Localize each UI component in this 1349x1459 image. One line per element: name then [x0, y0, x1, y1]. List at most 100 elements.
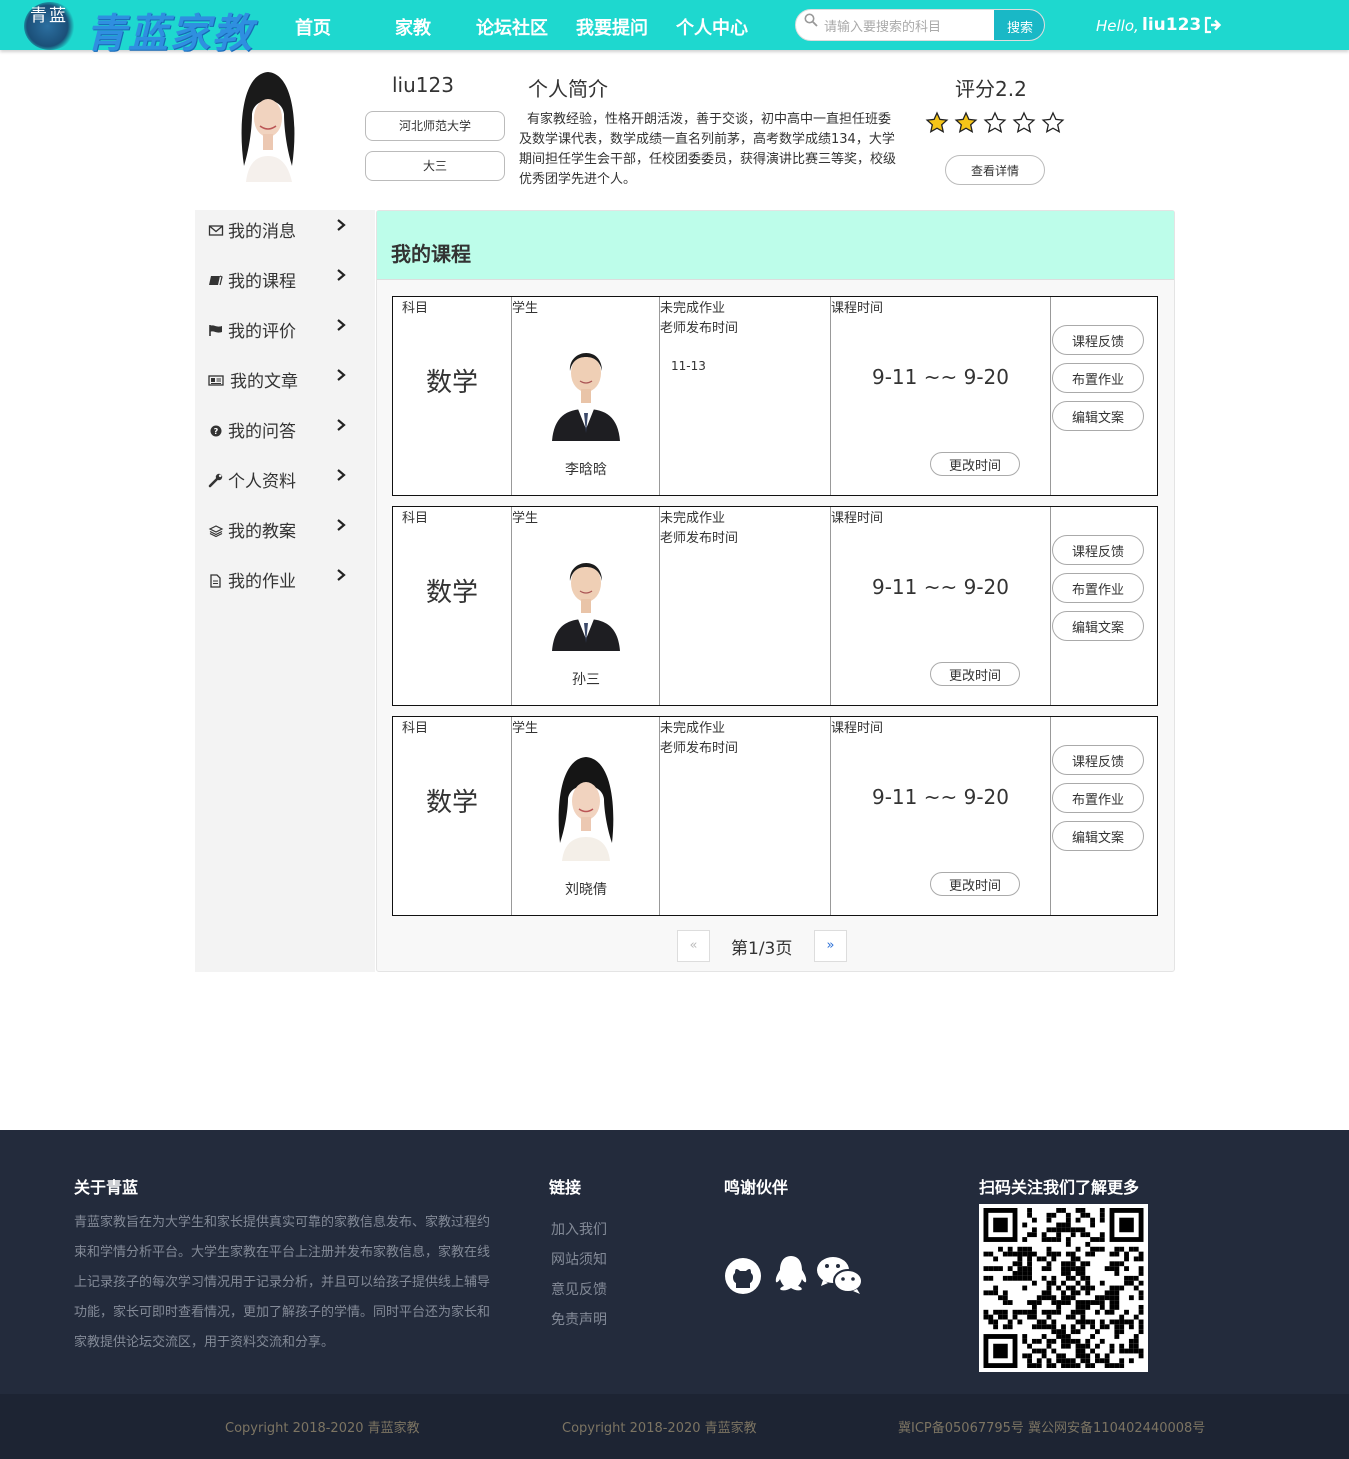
sidebar-item-qa[interactable]: ? 我的问答 — [195, 410, 375, 460]
subject-value: 数学 — [426, 368, 479, 398]
student-avatar — [552, 352, 620, 441]
logout-icon[interactable] — [1203, 16, 1223, 34]
footer-qr-title: 扫码关注我们了解更多 — [979, 1178, 1140, 1197]
course-card: 科目 数学 学生 孙三 未完成作业 老师发布时间 课程时间 9-11 ~~ 9-20 更改时间课… — [392, 506, 1158, 706]
edit-plan-button[interactable]: 编辑文案 — [1052, 611, 1144, 641]
nav-link-forum[interactable]: 论坛社区 — [476, 14, 548, 40]
search-button[interactable]: 搜索 — [994, 10, 1044, 40]
panel-header: 我的课程 — [377, 211, 1174, 280]
assign-homework-button[interactable]: 布置作业 — [1052, 573, 1144, 603]
sidebar-item-reviews[interactable]: 我的评价 — [195, 310, 375, 360]
sidebar-item-lesson-plans[interactable]: 我的教案 — [195, 510, 375, 560]
subject-header: 科目 — [402, 301, 429, 316]
student-name[interactable]: 李晗晗 — [512, 459, 660, 479]
copyright-text-2: Copyright 2018-2020 青蓝家教 — [562, 1421, 757, 1436]
book-icon — [209, 275, 223, 286]
course-feedback-button[interactable]: 课程反馈 — [1052, 745, 1144, 775]
intro-title: 个人简介 — [528, 77, 608, 101]
actions-cell: 课程反馈布置作业编辑文案 — [1051, 297, 1157, 495]
homework-header: 未完成作业 — [660, 721, 726, 736]
sidebar-item-homework[interactable]: 我的作业 — [195, 560, 375, 610]
time-header: 课程时间 — [831, 511, 884, 526]
change-time-button[interactable]: 更改时间 — [930, 662, 1020, 686]
search-input[interactable] — [824, 14, 989, 38]
sidebar-item-label: 我的课程 — [228, 272, 296, 292]
subject-cell: 科目 数学 — [393, 717, 512, 915]
star-filled-icon — [954, 111, 978, 133]
sidebar-item-label: 我的作业 — [228, 572, 296, 592]
footer-link-notice[interactable]: 网站须知 — [551, 1249, 607, 1269]
nav-link-tutor[interactable]: 家教 — [395, 14, 431, 40]
course-feedback-button[interactable]: 课程反馈 — [1052, 535, 1144, 565]
time-cell: 课程时间 9-11 ~~ 9-20 更改时间 — [831, 297, 1051, 495]
nav-link-personal[interactable]: 个人中心 — [676, 14, 748, 40]
layers-icon — [208, 525, 224, 538]
assign-homework-button[interactable]: 布置作业 — [1052, 783, 1144, 813]
qq-icon[interactable] — [769, 1253, 813, 1299]
subject-header: 科目 — [402, 721, 429, 736]
time-header: 课程时间 — [831, 301, 884, 316]
pagination-prev[interactable]: « — [677, 930, 710, 962]
copyright-text-1: Copyright 2018-2020 青蓝家教 — [225, 1421, 420, 1436]
icp-text: 冀ICP备05067795号 冀公网安备110402440008号 — [898, 1421, 1206, 1436]
wrench-icon — [208, 473, 223, 488]
pagination-label: 第1/3页 — [731, 939, 793, 959]
star-filled-icon — [925, 111, 949, 133]
footer-link-feedback[interactable]: 意见反馈 — [551, 1279, 607, 1299]
sidebar-item-courses[interactable]: 我的课程 — [195, 260, 375, 310]
chevron-right-icon — [337, 469, 346, 481]
question-circle-icon: ? — [210, 425, 222, 437]
student-name[interactable]: 刘晓倩 — [512, 879, 660, 899]
view-details-button[interactable]: 查看详情 — [945, 155, 1045, 185]
top-navbar: 青蓝 青蓝家教 首页 家教 论坛社区 我要提问 个人中心 搜索 Hello, l… — [0, 0, 1349, 57]
github-icon[interactable] — [723, 1255, 763, 1297]
subject-value: 数学 — [426, 578, 479, 608]
student-avatar — [558, 757, 614, 861]
greeting: Hello, — [1096, 17, 1139, 35]
sidebar-item-articles[interactable]: 我的文章 — [195, 360, 375, 410]
course-time: 9-11 ~~ 9-20 — [871, 575, 1009, 599]
chevron-right-icon — [337, 419, 346, 431]
nav-username[interactable]: liu123 — [1142, 15, 1201, 35]
student-avatar — [552, 562, 620, 651]
pagination-next[interactable]: » — [814, 930, 847, 962]
footer: 关于青蓝 青蓝家教旨在为大学生和家长提供真实可靠的家教信息发布、家教过程约束和学… — [0, 1130, 1349, 1394]
course-feedback-button[interactable]: 课程反馈 — [1052, 325, 1144, 355]
logo-mark-text: 青蓝 — [30, 6, 68, 26]
wechat-icon[interactable] — [815, 1253, 867, 1299]
footer-link-join[interactable]: 加入我们 — [551, 1219, 607, 1239]
envelope-icon — [208, 225, 224, 236]
svg-text:?: ? — [214, 427, 219, 436]
time-cell: 课程时间 9-11 ~~ 9-20 更改时间 — [831, 717, 1051, 915]
nav-link-ask[interactable]: 我要提问 — [576, 14, 648, 40]
sidebar-item-label: 我的文章 — [230, 372, 298, 392]
sidebar-item-label: 个人资料 — [228, 472, 296, 492]
sidebar-item-label: 我的问答 — [228, 422, 296, 442]
sidebar-item-messages[interactable]: 我的消息 — [195, 210, 375, 260]
star-empty-icon — [1012, 111, 1036, 133]
footer-link-disclaimer[interactable]: 免责声明 — [551, 1309, 607, 1329]
assign-homework-button[interactable]: 布置作业 — [1052, 363, 1144, 393]
edit-plan-button[interactable]: 编辑文案 — [1052, 821, 1144, 851]
subject-cell: 科目数学 — [393, 297, 512, 495]
student-name[interactable]: 孙三 — [512, 669, 660, 689]
change-time-button[interactable]: 更改时间 — [930, 872, 1020, 896]
homework-subheader: 老师发布时间 — [660, 321, 739, 336]
chevron-right-icon — [337, 369, 346, 381]
rating-stars — [925, 111, 1070, 135]
logo-mark[interactable]: 青蓝 — [24, 2, 76, 50]
footer-about-title: 关于青蓝 — [74, 1178, 139, 1197]
file-icon — [210, 574, 221, 588]
student-header: 学生 — [512, 721, 539, 736]
sidebar-item-label: 我的消息 — [228, 222, 296, 242]
profile-name: liu123 — [392, 73, 454, 97]
course-time: 9-11 ~~ 9-20 — [871, 785, 1009, 809]
change-time-button[interactable]: 更改时间 — [930, 452, 1020, 476]
sidebar-item-profile[interactable]: 个人资料 — [195, 460, 375, 510]
newspaper-icon — [208, 375, 224, 386]
edit-plan-button[interactable]: 编辑文案 — [1052, 401, 1144, 431]
student-cell: 学生 刘晓倩 — [512, 717, 660, 915]
nav-link-home[interactable]: 首页 — [295, 14, 331, 40]
homework-date: 11-13 — [671, 359, 706, 373]
logo-text[interactable]: 青蓝家教 — [86, 1, 254, 59]
